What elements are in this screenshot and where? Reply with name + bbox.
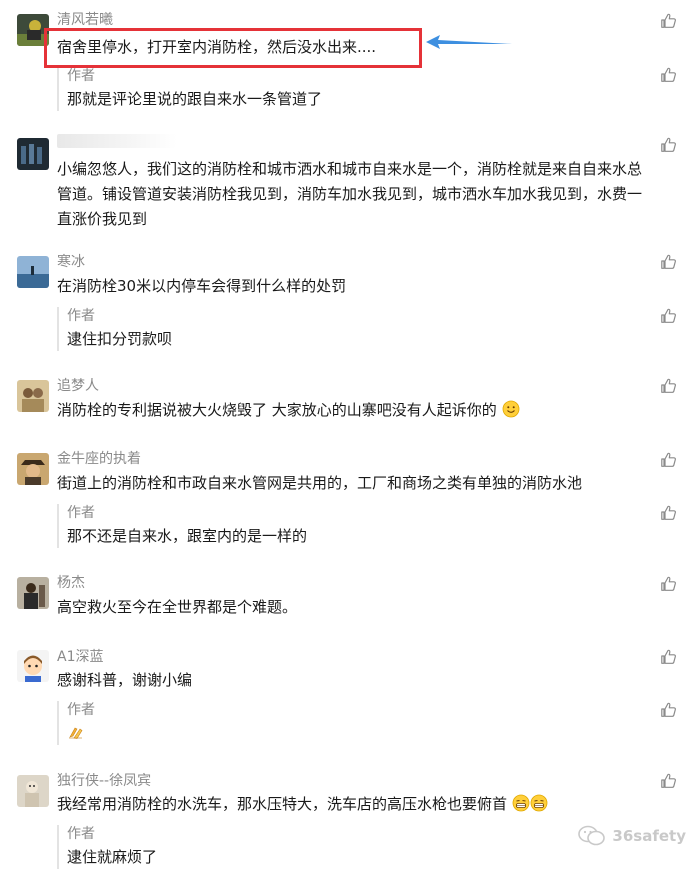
author-reply: 作者 那不还是自来水，跟室内的是一样的: [57, 504, 657, 548]
clap-emoji-icon: [67, 723, 85, 741]
grin-emoji-icon: [512, 794, 530, 812]
like-icon[interactable]: [660, 701, 678, 719]
reply-author: 作者: [67, 505, 95, 521]
author-reply: 作者 逮住扣分罚款呗: [57, 307, 657, 351]
reply-content: 那不还是自来水，跟室内的是一样的: [67, 527, 308, 545]
like-icon[interactable]: [660, 772, 678, 790]
reply-content: 逮住就麻烦了: [67, 848, 158, 866]
like-icon[interactable]: [660, 575, 678, 593]
author-reply: 作者 逮住就麻烦了: [57, 825, 657, 869]
nickname: 杨杰: [57, 575, 85, 591]
like-icon[interactable]: [660, 253, 678, 271]
blurred-nickname: [57, 134, 177, 148]
highlight-box: [44, 28, 422, 68]
avatar[interactable]: [17, 775, 49, 807]
nickname: 金牛座的执着: [57, 451, 141, 467]
like-icon[interactable]: [660, 648, 678, 666]
comment-text: 消防栓的专利据说被大火烧毁了 大家放心的山寨吧没有人起诉你的: [57, 401, 497, 419]
grin-emoji-icon: [530, 794, 548, 812]
comment-content: 感谢科普，谢谢小编: [57, 671, 193, 689]
reply-content: 逮住扣分罚款呗: [67, 330, 173, 348]
avatar[interactable]: [17, 138, 49, 170]
reply-author: 作者: [67, 308, 95, 324]
nickname: 清风若曦: [57, 12, 113, 28]
like-icon[interactable]: [660, 504, 678, 522]
reply-author: 作者: [67, 826, 95, 842]
avatar[interactable]: [17, 577, 49, 609]
wechat-logo-icon: [578, 825, 606, 846]
like-icon[interactable]: [660, 307, 678, 325]
reply-author: 作者: [67, 702, 95, 718]
comment-content: 我经常用消防栓的水洗车，那水压特大，洗车店的高压水枪也要俯首: [57, 792, 647, 817]
comment-content: 在消防栓30米以内停车会得到什么样的处罚: [57, 277, 347, 295]
watermark-text: 36safety: [612, 827, 686, 845]
arrow-annotation: [426, 35, 512, 49]
nickname: 独行侠--徐凤宾: [57, 773, 152, 789]
avatar[interactable]: [17, 380, 49, 412]
like-icon[interactable]: [660, 66, 678, 84]
comment-content: 消防栓的专利据说被大火烧毁了 大家放心的山寨吧没有人起诉你的: [57, 398, 647, 423]
avatar[interactable]: [17, 453, 49, 485]
comment-content: 高空救火至今在全世界都是个难题。: [57, 598, 298, 616]
like-icon[interactable]: [660, 377, 678, 395]
reply-author: 作者: [67, 68, 95, 84]
comment-text: 我经常用消防栓的水洗车，那水压特大，洗车店的高压水枪也要俯首: [57, 795, 508, 813]
author-reply: 作者 那就是评论里说的跟自来水一条管道了: [57, 67, 657, 111]
smile-emoji-icon: [502, 400, 520, 418]
like-icon[interactable]: [660, 451, 678, 469]
avatar[interactable]: [17, 256, 49, 288]
author-reply: 作者: [57, 701, 657, 745]
comment-content: 小编忽悠人，我们这的消防栓和城市洒水和城市自来水是一个，消防栓就是来自自来水总管…: [57, 160, 643, 228]
avatar[interactable]: [17, 650, 49, 682]
like-icon[interactable]: [660, 136, 678, 154]
nickname: 追梦人: [57, 378, 99, 394]
watermark: 36safety: [578, 825, 686, 847]
reply-content: 那就是评论里说的跟自来水一条管道了: [67, 90, 323, 108]
nickname: 寒冰: [57, 254, 85, 270]
comment-content: 街道上的消防栓和市政自来水管网是共用的，工厂和商场之类有单独的消防水池: [57, 474, 583, 492]
nickname: [57, 134, 177, 148]
nickname: A1深蓝: [57, 649, 104, 665]
reply-content: [67, 722, 85, 744]
like-icon[interactable]: [660, 12, 678, 30]
